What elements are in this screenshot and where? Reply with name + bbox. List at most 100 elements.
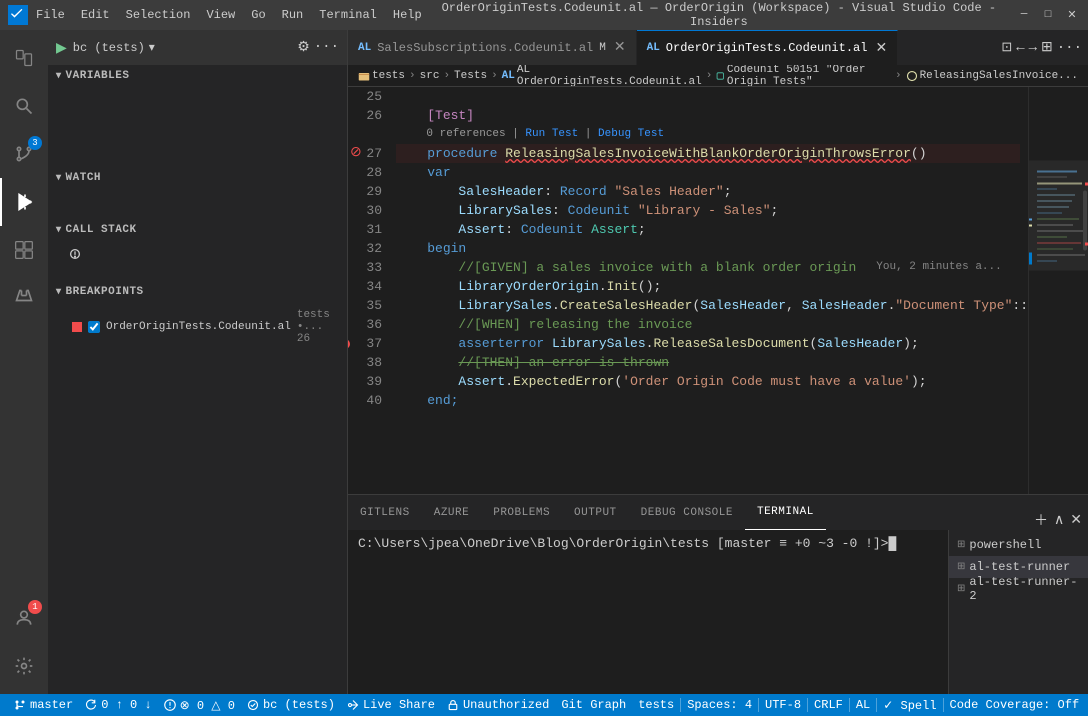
activity-item-account[interactable]: 1: [0, 594, 48, 642]
panel-tab-problems[interactable]: PROBLEMS: [481, 495, 562, 530]
breadcrumb-sep-4: ›: [706, 70, 713, 82]
terminal-main[interactable]: C:\Users\jpea\OneDrive\Blog\OrderOrigin\…: [348, 530, 948, 694]
panel-add-icon[interactable]: ＋: [1034, 510, 1048, 530]
breadcrumb-item-tests2[interactable]: Tests: [454, 70, 487, 82]
status-git-graph[interactable]: Git Graph: [555, 694, 632, 716]
status-errors[interactable]: ⊗ 0 △ 0: [158, 694, 241, 716]
breadcrumb-sep-5: ›: [895, 70, 902, 82]
panel-tab-gitlens[interactable]: GITLENS: [348, 495, 422, 530]
tab-bar: AL SalesSubscriptions.Codeunit.al M ✕ AL…: [348, 30, 1088, 65]
callstack-section-header[interactable]: ▾ CALL STACK: [48, 219, 347, 241]
variables-content: [48, 87, 347, 167]
tab-close-2[interactable]: ✕: [875, 40, 887, 57]
panel-tab-debug-console[interactable]: DEBUG CONSOLE: [629, 495, 745, 530]
tab-close-1[interactable]: ✕: [614, 39, 626, 56]
close-button[interactable]: ✕: [1064, 7, 1080, 23]
status-encoding[interactable]: UTF-8: [759, 694, 807, 716]
sidebar: ▶ bc (tests) ▾ ⚙ ··· ▾ VARIABLES ▾ WATCH…: [48, 30, 348, 694]
breadcrumb-item-procedure[interactable]: ReleasingSalesInvoice...: [906, 70, 1078, 82]
panel-tab-output[interactable]: OUTPUT: [562, 495, 629, 530]
menu-selection[interactable]: Selection: [126, 8, 191, 22]
tab-more-icon[interactable]: ···: [1057, 40, 1082, 56]
menu-view[interactable]: View: [206, 8, 235, 22]
status-code-coverage[interactable]: Code Coverage: Off: [944, 694, 1086, 716]
panel-close-icon[interactable]: ✕: [1070, 512, 1082, 529]
terminal-label-powershell: powershell: [969, 538, 1041, 552]
activity-item-extensions[interactable]: [0, 226, 48, 274]
breakpoints-chevron: ▾: [56, 286, 62, 298]
tab-layout-icon[interactable]: ⊞: [1041, 39, 1053, 56]
status-spell[interactable]: ✓ Spell: [877, 694, 942, 716]
status-spaces[interactable]: Spaces: 4: [681, 694, 758, 716]
status-unauthorized[interactable]: Unauthorized: [441, 694, 555, 716]
status-errors-text: ⊗ 0 △ 0: [180, 698, 235, 713]
breakpoint-marker: [348, 339, 350, 349]
breadcrumb-sep-3: ›: [491, 70, 498, 82]
line-27: ⊘ 27: [354, 144, 382, 163]
debug-test-link[interactable]: Debug Test: [598, 125, 664, 144]
window-controls: ─ □ ✕: [1016, 7, 1080, 23]
activity-bar: 3: [0, 30, 48, 694]
run-test-link[interactable]: Run Test: [525, 125, 578, 144]
panel-minimize-icon[interactable]: ∧: [1054, 512, 1064, 529]
watch-section-header[interactable]: ▾ WATCH: [48, 167, 347, 189]
terminal-label-al-test-runner-2: al-test-runner-2: [969, 575, 1080, 603]
run-button[interactable]: ▶: [56, 39, 67, 56]
git-hover: You, 2 minutes a...: [876, 258, 1001, 277]
status-live-share[interactable]: Live Share: [341, 694, 441, 716]
breakpoints-section-header[interactable]: ▾ BREAKPOINTS: [48, 281, 347, 303]
panel-tab-azure[interactable]: AZURE: [422, 495, 482, 530]
activity-item-search[interactable]: [0, 82, 48, 130]
status-sync[interactable]: 0 ↑ 0 ↓: [79, 694, 157, 716]
menu-help[interactable]: Help: [393, 8, 422, 22]
code-line-37: asserterror LibrarySales.ReleaseSalesDoc…: [396, 334, 1020, 353]
minimize-button[interactable]: ─: [1016, 7, 1032, 23]
line-25: 25: [354, 87, 382, 106]
more-icon[interactable]: ···: [314, 39, 339, 56]
split-editor-icon[interactable]: ⊡: [1001, 40, 1012, 55]
breadcrumb-item-codeunit[interactable]: Codeunit 50151 "Order Origin Tests": [716, 65, 891, 87]
terminal-label-al-test-runner: al-test-runner: [969, 560, 1070, 574]
breadcrumb-item-src[interactable]: src: [420, 70, 440, 82]
terminal-type-icon: ⊞: [957, 539, 965, 551]
status-tests[interactable]: tests: [632, 694, 680, 716]
menu-terminal[interactable]: Terminal: [319, 8, 377, 22]
terminal-item-powershell[interactable]: ⊞ powershell: [949, 534, 1088, 556]
code-line-30: LibrarySales: Codeunit "Library - Sales"…: [396, 201, 1020, 220]
tab-salessubscriptions[interactable]: AL SalesSubscriptions.Codeunit.al M ✕: [348, 30, 637, 65]
status-bc-tests[interactable]: bc (tests): [241, 694, 341, 716]
breakpoint-checkbox[interactable]: [88, 321, 100, 333]
git-badge: 3: [28, 136, 42, 150]
menu-go[interactable]: Go: [251, 8, 265, 22]
menu-edit[interactable]: Edit: [81, 8, 110, 22]
activity-item-settings[interactable]: [0, 642, 48, 690]
code-area[interactable]: [Test] 0 references | Run Test | Debug T…: [388, 87, 1028, 494]
tab-orderorigintests[interactable]: AL OrderOriginTests.Codeunit.al ✕: [637, 30, 899, 65]
terminal-item-al-test-runner-2[interactable]: ⊞ al-test-runner-2: [949, 578, 1088, 600]
status-language[interactable]: AL: [850, 694, 876, 716]
app-body: 3: [0, 30, 1088, 694]
activity-item-test[interactable]: [0, 274, 48, 322]
restore-button[interactable]: □: [1040, 7, 1056, 23]
run-config-dropdown[interactable]: bc (tests) ▾: [73, 40, 291, 55]
breakpoint-item[interactable]: OrderOriginTests.Codeunit.al tests •... …: [64, 307, 347, 347]
status-branch[interactable]: master: [8, 694, 79, 716]
breadcrumb-item-file[interactable]: AL AL OrderOriginTests.Codeunit.al: [502, 65, 702, 87]
code-line-35: LibrarySales.CreateSalesHeader(SalesHead…: [396, 296, 1020, 315]
gear-icon[interactable]: ⚙: [297, 39, 310, 56]
vscode-icon: [8, 5, 28, 25]
activity-item-explorer[interactable]: [0, 34, 48, 82]
tab-history-fwd-icon[interactable]: →: [1029, 40, 1037, 56]
variables-section-header[interactable]: ▾ VARIABLES: [48, 65, 347, 87]
breadcrumb-item-tests[interactable]: tests: [358, 70, 405, 82]
menu-run[interactable]: Run: [282, 8, 304, 22]
panel-tab-terminal[interactable]: TERMINAL: [745, 495, 826, 530]
breadcrumb-sep-2: ›: [443, 70, 450, 82]
activity-item-run[interactable]: [0, 178, 48, 226]
activity-item-git[interactable]: 3: [0, 130, 48, 178]
menu-file[interactable]: File: [36, 8, 65, 22]
code-line-31: Assert: Codeunit Assert;: [396, 220, 1020, 239]
tab-history-back-icon[interactable]: ←: [1016, 40, 1024, 56]
status-line-ending[interactable]: CRLF: [808, 694, 849, 716]
watch-chevron: ▾: [56, 172, 62, 184]
